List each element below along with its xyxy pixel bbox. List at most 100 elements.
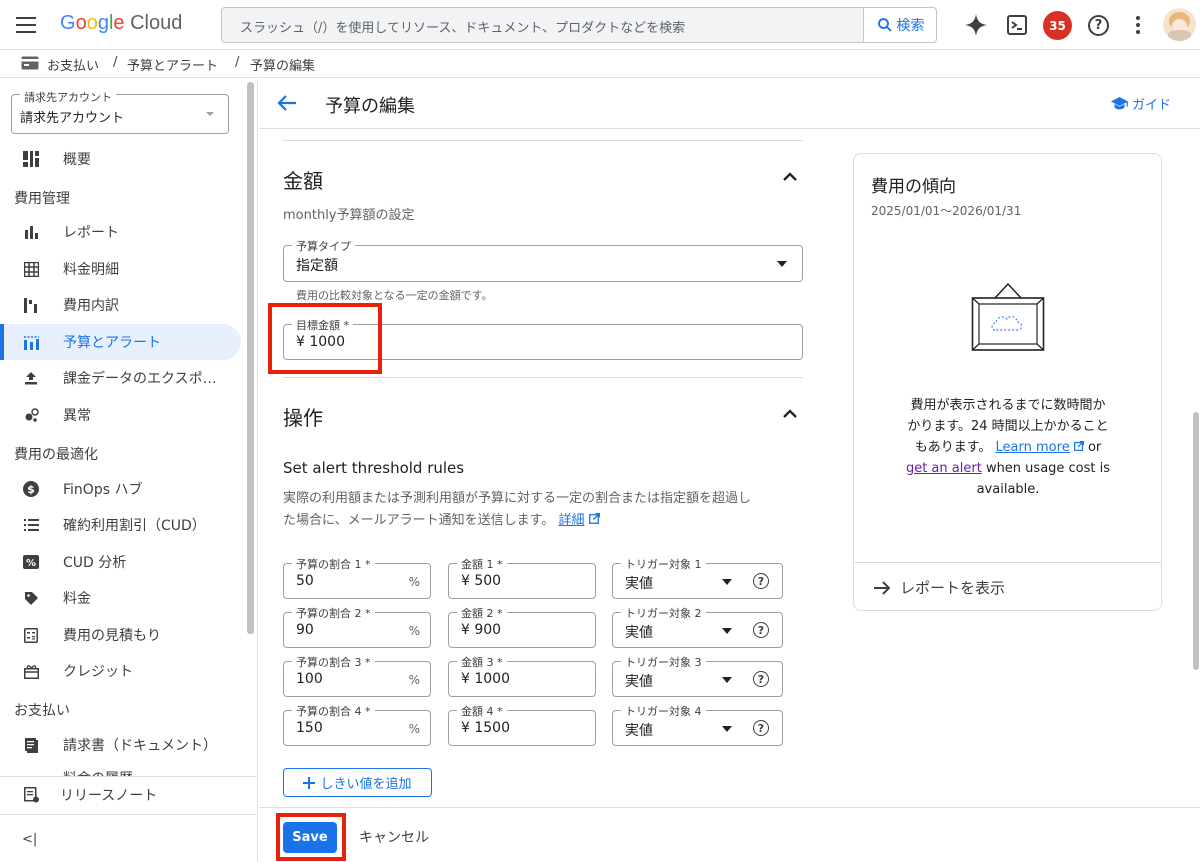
search-bar[interactable]: スラッシュ（/）を使用してリソース、ドキュメント、プロダクトなどを検索 検索 <box>221 7 937 43</box>
field-label: トリガー対象 1 <box>621 556 706 572</box>
sidebar-item-history[interactable]: 料金の履歴 <box>0 764 241 776</box>
sidebar-item-finops[interactable]: $ FinOps ハブ <box>0 471 241 507</box>
school-icon <box>1111 96 1128 109</box>
field-value[interactable]: ¥ 1000 <box>461 671 510 687</box>
add-threshold-label: しきい値を追加 <box>320 777 412 792</box>
help-icon[interactable]: ? <box>753 720 769 736</box>
breadcrumb-budgets[interactable]: 予算とアラート <box>127 55 218 74</box>
field-value: 実値 <box>625 625 653 641</box>
sidebar-item-reports[interactable]: レポート <box>0 214 241 250</box>
budget-type-select[interactable]: 予算タイプ 指定額 <box>283 238 803 282</box>
threshold-amount-field[interactable]: 金額 4 * ¥ 1500 <box>448 703 596 746</box>
breadcrumb-separator: / <box>113 55 118 70</box>
threshold-rules-title: Set alert threshold rules <box>283 459 465 477</box>
trigger-select[interactable]: トリガー対象 4 実値 ? <box>612 703 783 746</box>
search-icon <box>877 18 892 32</box>
search-input[interactable]: スラッシュ（/）を使用してリソース、ドキュメント、プロダクトなどを検索 <box>240 17 685 36</box>
field-label: 金額 4 * <box>457 703 507 719</box>
field-label: 予算の割合 4 * <box>292 703 375 719</box>
sidebar-item-invoices[interactable]: 請求書（ドキュメント） <box>0 727 241 763</box>
field-value[interactable]: 50 <box>296 573 314 589</box>
details-link[interactable]: 詳細 <box>558 513 584 528</box>
avatar[interactable] <box>1163 8 1196 41</box>
dollar-circle-icon: $ <box>22 480 40 498</box>
get-alert-link[interactable]: get an alert <box>906 461 982 476</box>
breadcrumb: お支払い / 予算とアラート / 予算の編集 <box>0 50 1200 78</box>
field-label: トリガー対象 2 <box>621 605 706 621</box>
percent-suffix: % <box>408 575 420 589</box>
sidebar-item-overview[interactable]: 概要 <box>0 141 241 177</box>
field-value[interactable]: ¥ 500 <box>461 573 501 589</box>
sidebar-item-budgets-alerts[interactable]: 予算とアラート <box>0 324 241 360</box>
sidebar-item-anomalies[interactable]: 異常 <box>0 397 241 433</box>
bar-chart-icon <box>22 223 40 241</box>
percent-suffix: % <box>408 673 420 687</box>
field-value[interactable]: 100 <box>296 671 323 687</box>
dropdown-arrow-icon <box>722 579 732 585</box>
menu-icon[interactable] <box>16 15 36 33</box>
field-value[interactable]: ¥ 1500 <box>461 720 510 736</box>
sidebar-item-release-notes[interactable]: リリースノート <box>0 777 241 813</box>
sidebar-item-cud[interactable]: 確約利用割引（CUD） <box>0 507 241 543</box>
message-text: or <box>1087 440 1102 455</box>
field-value[interactable]: 90 <box>296 622 314 638</box>
sidebar-item-billing-details[interactable]: 料金明細 <box>0 251 241 287</box>
threshold-amount-field[interactable]: 金額 1 * ¥ 500 <box>448 556 596 599</box>
google-cloud-logo[interactable]: Google Cloud <box>60 12 182 35</box>
document-icon <box>22 736 40 754</box>
budget-percent-field[interactable]: 予算の割合 4 * 150 % <box>283 703 431 746</box>
field-label: 金額 2 * <box>457 605 507 621</box>
sidebar-scrollbar[interactable] <box>247 82 254 634</box>
chevron-up-icon[interactable] <box>782 409 798 419</box>
collapse-sidebar-button[interactable]: <| <box>22 832 37 847</box>
budget-percent-field[interactable]: 予算の割合 2 * 90 % <box>283 605 431 648</box>
cloud-shell-icon[interactable] <box>1006 14 1028 36</box>
help-icon[interactable]: ? <box>1088 15 1109 36</box>
field-value[interactable]: ¥ 900 <box>461 622 501 638</box>
sidebar-item-label: 請求書（ドキュメント） <box>63 738 217 754</box>
more-vert-icon[interactable] <box>1136 15 1140 35</box>
sidebar-item-export[interactable]: 課金データのエクスポ… <box>0 360 241 396</box>
cancel-button[interactable]: キャンセル <box>359 827 429 847</box>
chevron-down-icon <box>206 112 214 116</box>
sidebar-item-credits[interactable]: クレジット <box>0 653 241 689</box>
sidebar-section-cost: 費用管理 <box>14 191 70 207</box>
sidebar-item-cost-breakdown[interactable]: 費用内訳 <box>0 287 241 323</box>
gemini-sparkle-icon[interactable] <box>964 13 988 37</box>
release-notes-icon <box>22 786 40 804</box>
trigger-select[interactable]: トリガー対象 1 実値 ? <box>612 556 783 599</box>
billing-account-select[interactable]: 請求先アカウント 請求先アカウント <box>11 89 229 134</box>
help-icon[interactable]: ? <box>753 573 769 589</box>
threshold-amount-field[interactable]: 金額 3 * ¥ 1000 <box>448 654 596 697</box>
sidebar-item-label: レポート <box>63 225 119 241</box>
view-report-button[interactable]: レポートを表示 <box>874 577 1005 598</box>
help-icon[interactable]: ? <box>753 671 769 687</box>
guide-button[interactable]: ガイド <box>1111 94 1171 113</box>
sidebar-item-label: 概要 <box>63 152 91 168</box>
message-line: もあります。 <box>914 440 992 455</box>
notification-count: 35 <box>1049 18 1066 33</box>
sidebar-item-label: 料金明細 <box>63 262 119 278</box>
sidebar-item-label: リリースノート <box>60 788 158 804</box>
sidebar-item-estimate[interactable]: 費用の見積もり <box>0 617 241 653</box>
sidebar-item-pricing[interactable]: 料金 <box>0 580 241 616</box>
empty-state-illustration-icon <box>971 282 1045 351</box>
learn-more-link[interactable]: Learn more <box>996 440 1070 455</box>
main-scrollbar[interactable] <box>1193 412 1199 670</box>
threshold-amount-field[interactable]: 金額 2 * ¥ 900 <box>448 605 596 648</box>
add-threshold-button[interactable]: しきい値を追加 <box>283 768 432 797</box>
search-button[interactable]: 検索 <box>863 8 936 42</box>
sidebar-item-label: 課金データのエクスポ… <box>63 371 217 387</box>
field-value[interactable]: 150 <box>296 720 323 736</box>
sidebar-item-cud-analysis[interactable]: % CUD 分析 <box>0 544 241 580</box>
back-arrow-icon[interactable] <box>277 94 297 112</box>
chevron-up-icon[interactable] <box>782 172 798 182</box>
trigger-select[interactable]: トリガー対象 2 実値 ? <box>612 605 783 648</box>
budget-percent-field[interactable]: 予算の割合 1 * 50 % <box>283 556 431 599</box>
trigger-select[interactable]: トリガー対象 3 実値 ? <box>612 654 783 697</box>
notifications-badge[interactable]: 35 <box>1043 11 1072 40</box>
breadcrumb-billing[interactable]: お支払い <box>47 55 99 74</box>
budget-percent-field[interactable]: 予算の割合 3 * 100 % <box>283 654 431 697</box>
dropdown-arrow-icon <box>722 677 732 683</box>
help-icon[interactable]: ? <box>753 622 769 638</box>
